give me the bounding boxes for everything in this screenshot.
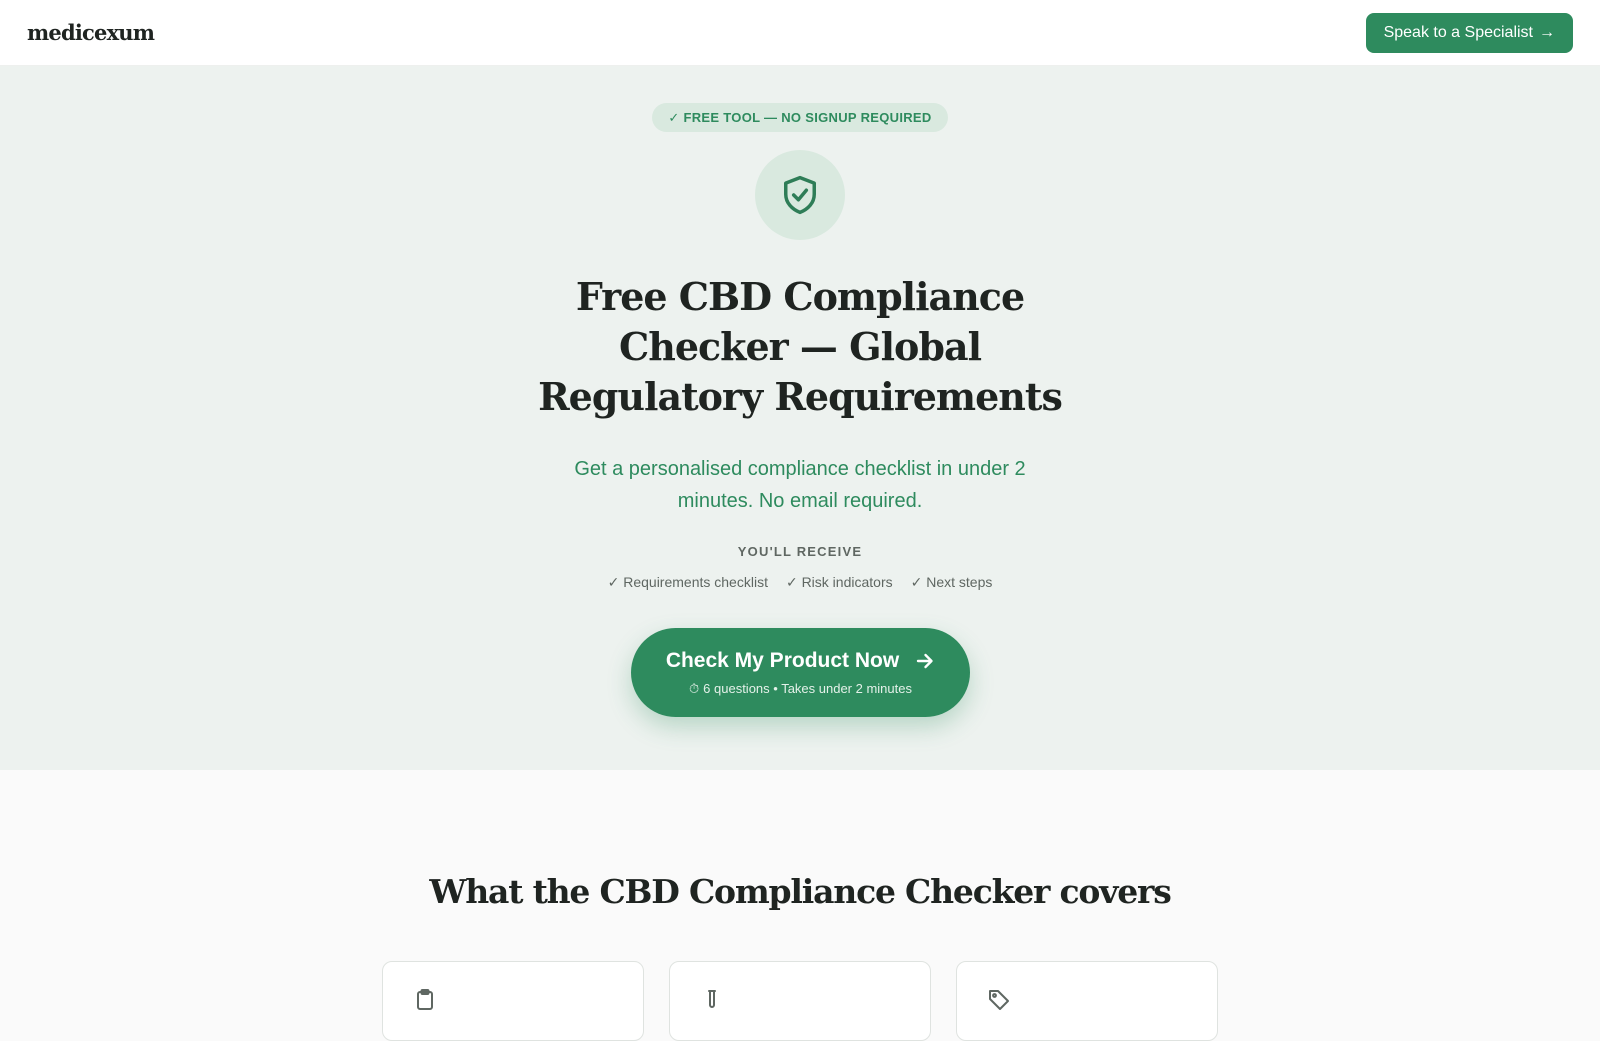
tag-icon xyxy=(989,990,1009,1010)
free-tool-badge: ✓ FREE TOOL — NO SIGNUP REQUIRED xyxy=(652,103,948,132)
check-my-product-meta-row: ⏱ 6 questions • Takes under 2 minutes xyxy=(689,681,912,697)
page-title: Free CBD Compliance Checker — Global Reg… xyxy=(538,274,1063,419)
hero-subtitle: Get a personalised compliance checklist … xyxy=(574,458,1026,512)
covers-section-title: What the CBD Compliance Checker covers xyxy=(429,872,1171,911)
clipboard-icon xyxy=(417,989,433,1010)
receive-item-requirements: ✓ Requirements checklist xyxy=(607,574,768,590)
shield-check-icon xyxy=(784,175,816,215)
receive-item-risk: ✓ Risk indicators xyxy=(785,574,893,590)
test-tube-icon xyxy=(708,990,716,1008)
check-my-product-label: Check My Product Now xyxy=(665,648,900,672)
hero-section: ✓ FREE TOOL — NO SIGNUP REQUIRED Free CB… xyxy=(0,66,1600,770)
receive-list: ✓ Requirements checklist ✓ Risk indicato… xyxy=(0,574,1600,591)
shield-badge xyxy=(755,150,845,240)
logo[interactable]: medicexum xyxy=(27,20,155,45)
check-my-product-meta: 6 questions • Takes under 2 minutes xyxy=(703,681,912,696)
feature-card-test-tube[interactable] xyxy=(669,961,931,1041)
arrow-right-icon xyxy=(916,653,933,668)
speak-to-specialist-label: Speak to a Specialist xyxy=(1383,23,1533,41)
check-my-product-button[interactable]: Check My Product Now ⏱ 6 questions • Tak… xyxy=(631,628,970,717)
feature-card-tag[interactable] xyxy=(956,961,1218,1041)
receive-item-next-steps: ✓ Next steps xyxy=(910,574,993,590)
feature-card-clipboard[interactable] xyxy=(382,961,644,1041)
site-header: medicexum Speak to a Specialist → xyxy=(0,0,1600,66)
timer-icon: ⏱ xyxy=(689,680,700,696)
arrow-right-icon: → xyxy=(1539,23,1555,41)
receive-label: YOU'LL RECEIVE xyxy=(737,544,863,559)
check-my-product-label-row: Check My Product Now xyxy=(666,649,935,673)
speak-to-specialist-button[interactable]: Speak to a Specialist → xyxy=(1365,12,1573,53)
